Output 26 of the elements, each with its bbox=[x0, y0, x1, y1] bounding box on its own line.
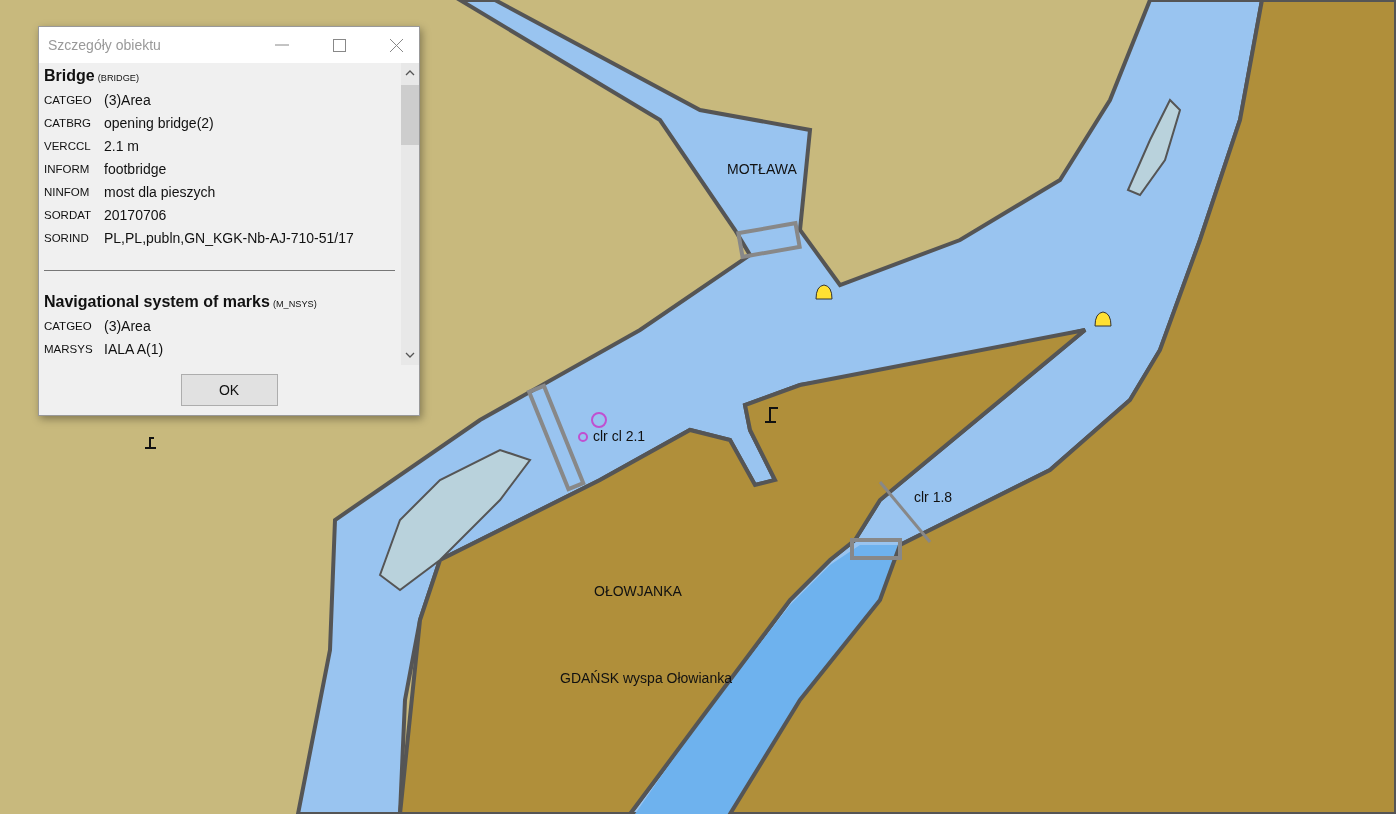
attribute-value: PL,PL,publn,GN_KGK-Nb-AJ-710-51/17 bbox=[104, 229, 354, 246]
attribute-name: NINFOM bbox=[44, 185, 91, 198]
attribute-value: 2.1 m bbox=[104, 137, 139, 154]
attribute-name: CATGEO bbox=[44, 93, 93, 106]
attribute-name: VERCCL bbox=[44, 139, 92, 152]
attribute-name: CATGEO bbox=[44, 319, 93, 332]
attribute-name: MARSYS bbox=[44, 342, 94, 355]
attribute-value: (3)Area bbox=[104, 91, 151, 108]
map-label: clr 1.8 bbox=[914, 489, 953, 505]
attribute-value: 20170706 bbox=[104, 206, 167, 223]
attribute-name: INFORM bbox=[44, 162, 91, 175]
map-label: MOTŁAWA bbox=[727, 161, 797, 177]
object-heading: Navigational system of marks (M_NSYS) bbox=[44, 293, 318, 311]
map-label: clr cl 2.1 bbox=[593, 428, 646, 444]
attribute-name: SORDAT bbox=[44, 208, 93, 221]
attribute-name: CATBRG bbox=[44, 116, 93, 129]
map-label: OŁOWJANKA bbox=[594, 583, 682, 599]
window-title: Szczegóły obiektu bbox=[48, 37, 161, 53]
ok-button[interactable]: OK bbox=[180, 374, 278, 406]
attribute-value: opening bridge(2) bbox=[104, 114, 214, 131]
attribute-value: most dla pieszych bbox=[104, 183, 216, 200]
attribute-value: (3)Area bbox=[104, 317, 151, 334]
attribute-name: SORIND bbox=[44, 231, 90, 244]
attribute-value: footbridge bbox=[104, 160, 167, 177]
attribute-value: IALA A(1) bbox=[104, 340, 164, 357]
object-heading: Bridge (BRIDGE) bbox=[44, 67, 140, 85]
